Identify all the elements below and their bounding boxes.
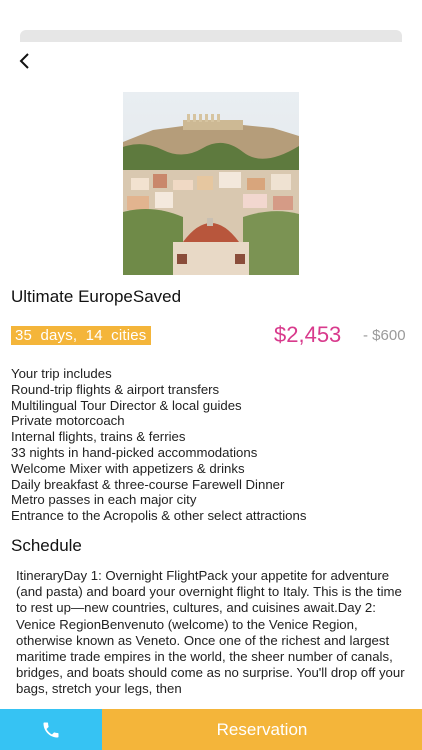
back-button[interactable] xyxy=(14,50,36,72)
tour-title: Ultimate EuropeSaved xyxy=(11,287,182,306)
reservation-button[interactable]: Reservation xyxy=(102,709,422,750)
tour-image xyxy=(123,92,299,275)
list-item: Welcome Mixer with appetizers & drinks xyxy=(11,460,245,476)
schedule-text: ItineraryDay 1: Overnight FlightPack you… xyxy=(16,568,405,697)
list-item: Private motorcoach xyxy=(11,413,125,429)
list-item: Daily breakfast & three-course Farewell … xyxy=(11,476,285,492)
phone-icon xyxy=(43,722,59,737)
includes-heading: Your trip includes xyxy=(11,366,112,381)
includes-list: Your trip includes Round-trip flights & … xyxy=(11,366,306,524)
list-item: Multilingual Tour Director & local guide… xyxy=(11,397,242,413)
chevron-left-icon xyxy=(19,53,29,69)
list-item: Internal flights, trains & ferries xyxy=(11,429,186,445)
discount-amount: - $600 xyxy=(363,327,406,344)
list-item: Metro passes in each major city xyxy=(11,492,197,508)
schedule-heading: Schedule xyxy=(11,536,82,555)
list-item: Round-trip flights & airport transfers xyxy=(11,381,220,397)
list-item: 33 nights in hand-picked accommodations xyxy=(11,444,258,460)
top-bar xyxy=(20,30,402,42)
list-item: Entrance to the Acropolis & other select… xyxy=(11,508,307,524)
tour-price: $2,453 xyxy=(274,322,342,347)
call-button[interactable] xyxy=(0,709,102,750)
bottom-action-bar: Reservation xyxy=(0,709,422,750)
duration-badge: 35 days, 14 cities xyxy=(11,326,151,345)
